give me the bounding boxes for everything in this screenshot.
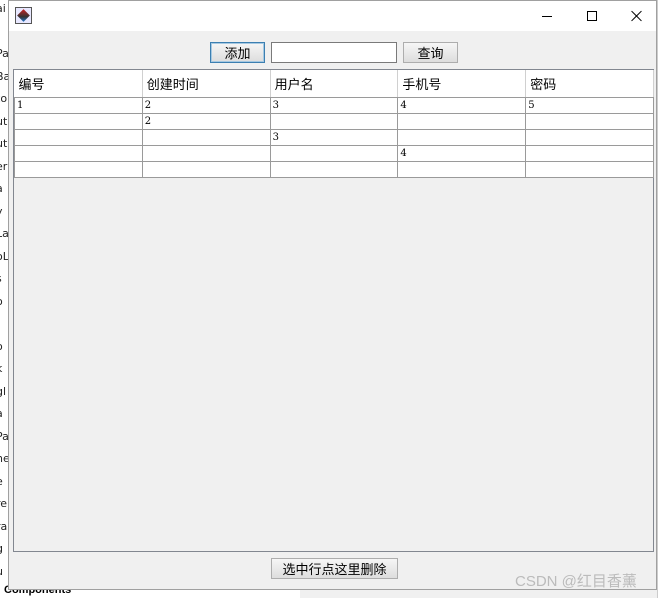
column-header-created-time[interactable]: 创建时间: [142, 70, 271, 98]
background-text-fragment: ut: [0, 137, 8, 150]
background-text-fragment: o: [0, 340, 3, 353]
background-text-fragment: y: [0, 205, 3, 218]
table-cell[interactable]: 1: [14, 97, 143, 114]
background-text-fragment: Pa: [0, 47, 8, 60]
table-cell[interactable]: 4: [397, 145, 527, 162]
background-text-fragment: er: [0, 159, 8, 173]
background-text-fragment: to: [0, 92, 8, 105]
table-cell[interactable]: [269, 113, 399, 130]
background-text-fragment: u: [0, 565, 3, 578]
background-text-fragment: La: [0, 227, 8, 240]
add-button[interactable]: 添加: [210, 42, 265, 63]
table-cell[interactable]: [14, 161, 143, 178]
query-button[interactable]: 查询: [403, 42, 458, 63]
table-cell[interactable]: [525, 161, 654, 178]
watermark: CSDN @红目香薰: [515, 573, 637, 590]
minimize-button[interactable]: [524, 1, 570, 31]
background-text-fragment: ne: [0, 452, 8, 465]
background-text-fragment: k: [0, 362, 2, 375]
table-row[interactable]: 1 2 3 4 5: [14, 97, 654, 114]
table-row[interactable]: 2: [14, 113, 654, 130]
background-text-fragment: g: [0, 542, 3, 555]
table-row[interactable]: [14, 161, 654, 178]
column-header-password[interactable]: 密码: [525, 70, 654, 98]
table-row[interactable]: 4: [14, 145, 654, 162]
table-cell[interactable]: [141, 161, 271, 178]
data-table-scrollpane[interactable]: 编号 创建时间 用户名 手机号 密码 1 2 3 4 5 2 3 4: [13, 69, 654, 552]
search-input[interactable]: [271, 42, 397, 63]
table-cell[interactable]: 3: [269, 129, 399, 146]
background-text-fragment: re: [0, 497, 8, 510]
table-cell[interactable]: [525, 113, 654, 130]
maximize-button[interactable]: [569, 1, 615, 31]
data-table[interactable]: 编号 创建时间 用户名 手机号 密码 1 2 3 4 5 2 3 4: [14, 70, 654, 178]
table-cell[interactable]: [397, 161, 527, 178]
app-window: 添加 查询 编号 创建时间 用户名 手机号 密码 1 2 3 4 5 2 3 4…: [8, 0, 657, 590]
background-text-fragment: oL: [0, 249, 8, 263]
background-text-fragment: e: [0, 475, 3, 488]
background-app-right-edge: [657, 0, 667, 598]
background-text-fragment: ra: [0, 519, 8, 533]
maximize-icon: [587, 11, 597, 21]
table-cell[interactable]: [525, 145, 654, 162]
table-cell[interactable]: [141, 129, 271, 146]
table-cell[interactable]: [269, 161, 399, 178]
background-text-fragment: Ba: [0, 69, 8, 83]
title-bar: [9, 1, 656, 31]
table-header-row: 编号 创建时间 用户名 手机号 密码: [14, 70, 654, 98]
background-text-fragment: gl: [0, 384, 7, 398]
table-cell[interactable]: 3: [269, 97, 399, 114]
table-cell[interactable]: [14, 145, 143, 162]
table-cell[interactable]: [397, 113, 527, 130]
table-cell[interactable]: [14, 113, 143, 130]
table-cell[interactable]: 2: [141, 113, 271, 130]
close-button[interactable]: [614, 1, 660, 31]
table-cell[interactable]: 5: [525, 97, 654, 114]
minimize-icon: [542, 15, 552, 17]
background-text-fragment: ut: [0, 114, 8, 128]
table-cell[interactable]: [141, 145, 271, 162]
table-cell[interactable]: [525, 129, 654, 146]
table-cell[interactable]: [397, 129, 527, 146]
column-header-id[interactable]: 编号: [14, 70, 143, 98]
background-text-fragment: o: [0, 295, 3, 308]
table-cell[interactable]: 2: [141, 97, 271, 114]
background-text-fragment: ai: [0, 2, 6, 15]
close-icon: [631, 10, 643, 22]
table-cell[interactable]: 4: [397, 97, 527, 114]
table-row[interactable]: 3: [14, 129, 654, 146]
table-cell[interactable]: [14, 129, 143, 146]
background-text-fragment: a: [0, 182, 3, 195]
background-text-fragment: a: [0, 407, 3, 420]
table-cell[interactable]: [269, 145, 399, 162]
background-app-left-edge: ailPaBatoututerayLaoLsolokglaPaneereragu: [0, 0, 8, 598]
java-app-icon: [15, 7, 32, 24]
delete-selected-row-button[interactable]: 选中行点这里删除: [271, 558, 398, 579]
column-header-phone[interactable]: 手机号: [397, 70, 527, 98]
background-text-fragment: s: [0, 272, 2, 285]
column-header-username[interactable]: 用户名: [270, 70, 399, 98]
background-text-fragment: Pa: [0, 429, 8, 443]
